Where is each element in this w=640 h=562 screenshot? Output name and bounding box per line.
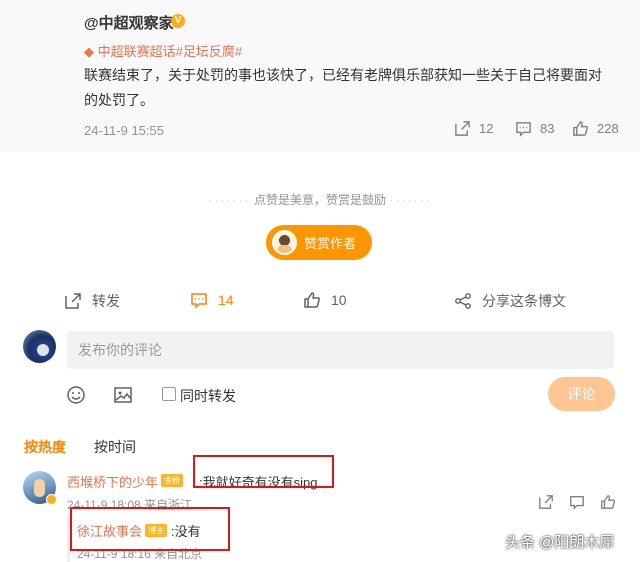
also-repost-checkbox[interactable] — [162, 387, 176, 401]
repost-topics[interactable]: ◆ 中超联赛超话#足坛反腐# — [84, 41, 242, 60]
reward-note-text: 点赞是美意，赞赏是鼓励 — [253, 193, 386, 207]
repost-label: 转发 — [92, 293, 120, 309]
watermark: 头条 @阳朗木犀 — [505, 534, 615, 551]
repost-button[interactable]: 转发 — [64, 291, 120, 311]
repost-stat-reposts[interactable]: 12 — [454, 120, 493, 137]
tab-sort-time[interactable]: 按时间 — [94, 437, 136, 457]
image-icon[interactable] — [113, 385, 133, 405]
also-repost-label[interactable]: 同时转发 — [180, 386, 236, 406]
topics-text[interactable]: 中超联赛超话#足坛反腐# — [98, 44, 242, 59]
reward-note-dash-left: ······· — [208, 193, 251, 207]
share-label: 分享这条博文 — [482, 293, 566, 309]
repost-author[interactable]: @中超观察家 — [84, 12, 174, 33]
comment-button[interactable]: 14 — [190, 291, 234, 309]
like-count-label: 10 — [331, 292, 347, 308]
comment-like-icon[interactable] — [600, 494, 616, 510]
verified-badge-icon — [46, 494, 57, 505]
repost-stat-comments[interactable]: 83 — [515, 120, 554, 137]
tab-sort-hot[interactable]: 按热度 — [24, 437, 66, 457]
highlight-box-comment — [193, 455, 334, 488]
emoji-icon[interactable] — [66, 385, 86, 405]
like-button[interactable]: 10 — [303, 291, 347, 309]
share-icon — [455, 293, 471, 309]
repost-stat-likes[interactable]: 228 — [572, 120, 619, 137]
v-badge-icon: V — [171, 14, 185, 28]
comment-icon — [191, 293, 207, 309]
submit-comment-button[interactable]: 评论 — [548, 377, 615, 411]
share-button[interactable]: 分享这条博文 — [454, 291, 566, 311]
comment-count: 83 — [540, 121, 555, 136]
reward-button-label: 赞赏作者 — [304, 236, 357, 251]
repost-date[interactable]: 24-11-9 15:55 — [84, 123, 164, 138]
author-avatar — [272, 230, 297, 255]
like-count: 228 — [597, 121, 619, 136]
comment-reply-icon[interactable] — [569, 494, 585, 510]
thumbs-up-icon — [573, 121, 588, 136]
comment-count-label: 14 — [218, 292, 234, 308]
comment-icon — [516, 122, 531, 137]
comment-input[interactable] — [67, 331, 614, 369]
fan-badge: 金粉 — [161, 474, 183, 487]
repost-content: 联赛结束了，关于处罚的事也该快了，已经有老牌俱乐部获知一些关于自己将要面对的处罚… — [84, 67, 602, 108]
repost-icon — [455, 121, 470, 136]
repost-count: 12 — [479, 121, 494, 136]
repost-icon — [65, 293, 81, 309]
commenter-name[interactable]: 西堠桥下的少年 — [67, 472, 158, 491]
highlight-box-reply — [70, 507, 230, 551]
my-avatar[interactable] — [23, 330, 56, 363]
reward-author-button[interactable]: 赞赏作者 — [266, 225, 372, 260]
supertopic-diamond-icon: ◆ — [84, 44, 98, 59]
comment-repost-icon[interactable] — [538, 494, 554, 510]
thumbs-up-icon — [304, 292, 320, 308]
reward-note-dash-right: ······· — [389, 193, 432, 207]
reward-note: ······· 点赞是美意，赞赏是鼓励 ······· — [0, 191, 640, 208]
